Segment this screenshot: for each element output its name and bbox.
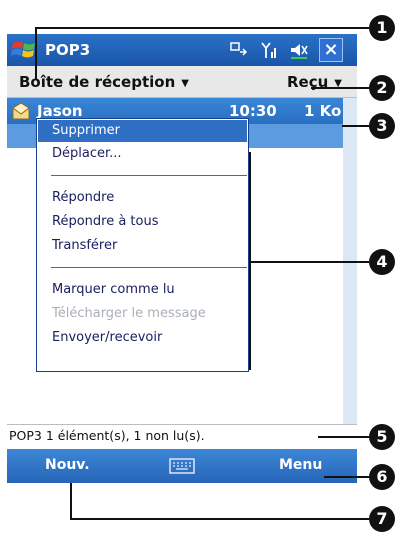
chevron-down-icon: ▼: [181, 78, 189, 89]
menu-item-supprimer[interactable]: Supprimer: [38, 120, 247, 142]
keyboard-icon[interactable]: [169, 458, 195, 474]
message-size: 1 Ko: [304, 102, 342, 120]
menu-softkey-button[interactable]: Menu: [279, 457, 322, 473]
callout-badge-5: 5: [369, 424, 395, 450]
pocket-pc-screen: POP3 × Boîte de réception ▼ Reçu ▼ Jason…: [7, 34, 357, 449]
callout-badge-6: 6: [369, 464, 395, 490]
menu-separator: [51, 175, 247, 176]
softkey-bar: Nouv. Menu: [7, 449, 357, 483]
callout-badge-2: 2: [369, 75, 395, 101]
folder-dropdown-label: Boîte de réception: [19, 73, 176, 91]
app-title: POP3: [45, 41, 91, 59]
menu-item-telecharger-message: Télécharger le message: [52, 306, 206, 321]
folder-dropdown[interactable]: Boîte de réception ▼: [19, 73, 189, 91]
title-bar: POP3 ×: [7, 34, 357, 66]
callout-badge-4: 4: [369, 249, 395, 275]
message-list: Jason 10:30 1 Ko Supprimer Déplacer... R…: [7, 98, 357, 424]
menu-item-transferer[interactable]: Transférer: [38, 235, 247, 257]
menu-item-marquer-comme-lu[interactable]: Marquer comme lu: [38, 279, 247, 301]
scrollbar[interactable]: [343, 98, 357, 424]
new-softkey-button[interactable]: Nouv.: [45, 457, 90, 473]
windows-start-icon[interactable]: [11, 38, 37, 62]
callout-badge-7: 7: [369, 506, 395, 532]
menu-item-repondre-a-tous[interactable]: Répondre à tous: [38, 211, 247, 233]
volume-icon[interactable]: [289, 40, 309, 60]
context-menu: Supprimer Déplacer... Répondre Répondre …: [36, 118, 249, 372]
sort-dropdown-label: Reçu: [287, 73, 329, 91]
callout-badge-3: 3: [369, 113, 395, 139]
status-bar: POP3 1 élément(s), 1 non lu(s).: [7, 424, 357, 449]
menu-item-envoyer-recevoir[interactable]: Envoyer/recevoir: [38, 327, 247, 349]
chevron-down-icon: ▼: [334, 78, 342, 89]
menu-item-repondre[interactable]: Répondre: [38, 187, 247, 209]
sync-icon[interactable]: [229, 40, 249, 60]
sort-dropdown[interactable]: Reçu ▼: [287, 73, 342, 91]
close-button[interactable]: ×: [319, 38, 343, 62]
callout-badge-1: 1: [369, 15, 395, 41]
signal-icon[interactable]: [259, 40, 279, 60]
filter-bar: Boîte de réception ▼ Reçu ▼: [7, 66, 357, 98]
menu-separator: [51, 267, 247, 268]
envelope-icon: [12, 102, 30, 120]
menu-item-deplacer[interactable]: Déplacer...: [38, 143, 247, 165]
